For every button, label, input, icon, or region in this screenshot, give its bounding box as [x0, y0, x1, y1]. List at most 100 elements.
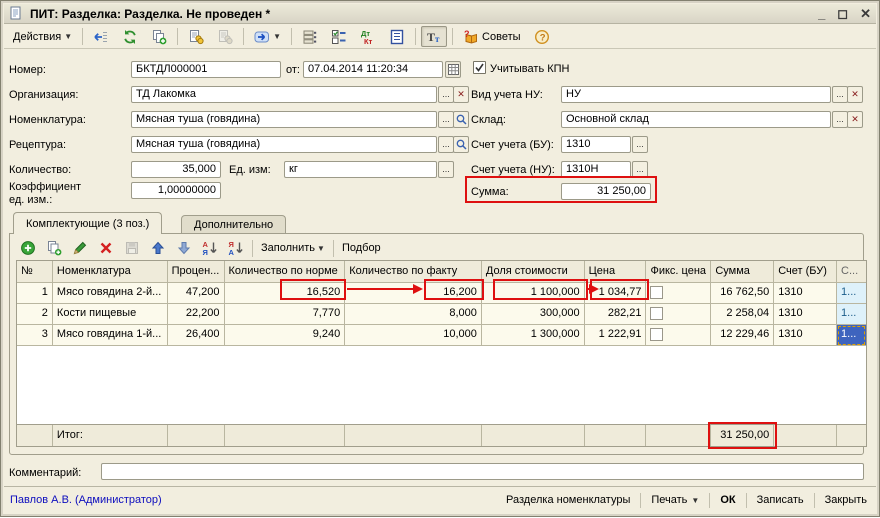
ok-button[interactable]: ОК: [717, 492, 738, 508]
warehouse-clear-button[interactable]: ✕: [847, 111, 863, 128]
cell-extra[interactable]: 1...: [837, 283, 866, 304]
unit-select-button[interactable]: ...: [438, 161, 454, 178]
nomenclature-select-button[interactable]: ...: [438, 111, 454, 128]
sort-asc-button[interactable]: АЯ: [198, 238, 222, 258]
col-header-percent[interactable]: Процен...: [168, 261, 225, 283]
account-bu-select-button[interactable]: ...: [632, 136, 648, 153]
help-button[interactable]: ?: [529, 26, 555, 47]
date-input[interactable]: 07.04.2014 11:20:34: [303, 61, 443, 78]
account-nu-input[interactable]: 1310Н: [561, 161, 631, 178]
actions-menu-button[interactable]: Действия ▼: [8, 26, 77, 47]
list-settings-button[interactable]: [297, 26, 323, 47]
organization-input[interactable]: ТД Лакомка: [131, 86, 437, 103]
cell-share[interactable]: 300,000: [482, 304, 585, 325]
col-header-qty-norm[interactable]: Количество по норме: [225, 261, 346, 283]
cell-num[interactable]: 1: [17, 283, 53, 304]
cell-num[interactable]: 2: [17, 304, 53, 325]
unit-input[interactable]: кг: [284, 161, 437, 178]
table-row[interactable]: 3 Мясо говядина 1-й... 26,400 9,240 10,0…: [17, 325, 866, 346]
tips-button[interactable]: ? Советы: [458, 26, 525, 47]
nu-type-input[interactable]: НУ: [561, 86, 831, 103]
col-header-share[interactable]: Доля стоимости: [482, 261, 585, 283]
col-header-qty-fact[interactable]: Количество по факту: [345, 261, 482, 283]
sum-input[interactable]: 31 250,00: [561, 183, 651, 200]
warehouse-select-button[interactable]: ...: [832, 111, 848, 128]
cell-fixed-price[interactable]: [646, 283, 711, 304]
col-header-price[interactable]: Цена: [585, 261, 647, 283]
cell-price[interactable]: 282,21: [585, 304, 647, 325]
cell-percent[interactable]: 22,200: [168, 304, 225, 325]
cell-sum[interactable]: 2 258,04: [711, 304, 774, 325]
nomenclature-input[interactable]: Мясная туша (говядина): [131, 111, 437, 128]
show-description-button[interactable]: Тт: [421, 26, 447, 47]
dt-kt-postings-button[interactable]: ДтКт: [355, 26, 381, 47]
table-row[interactable]: 1 Мясо говядина 2-й... 47,200 16,520 16,…: [17, 283, 866, 304]
account-nu-select-button[interactable]: ...: [632, 161, 648, 178]
cell-sum[interactable]: 12 229,46: [711, 325, 774, 346]
col-header-fixed-price[interactable]: Фикс. цена: [646, 261, 711, 283]
number-input[interactable]: БКТДЛ000001: [131, 61, 281, 78]
save-button[interactable]: Записать: [754, 492, 807, 508]
fixed-price-checkbox[interactable]: [650, 328, 663, 341]
organization-select-button[interactable]: ...: [438, 86, 454, 103]
cell-fixed-price[interactable]: [646, 325, 711, 346]
document-journal-button[interactable]: [384, 26, 410, 47]
col-header-extra[interactable]: С...: [837, 261, 866, 283]
cell-qty-fact[interactable]: 10,000: [345, 325, 482, 346]
recipe-input[interactable]: Мясная туша (говядина): [131, 136, 437, 153]
close-button[interactable]: ✕: [860, 6, 871, 22]
cell-share[interactable]: 1 100,000: [482, 283, 585, 304]
razdelka-nomenklatury-button[interactable]: Разделка номенклатуры: [503, 492, 633, 508]
fixed-price-checkbox[interactable]: [650, 286, 663, 299]
cell-qty-norm[interactable]: 9,240: [225, 325, 346, 346]
goto-button[interactable]: ▼: [249, 26, 286, 47]
end-edit-button[interactable]: [120, 238, 144, 258]
add-row-button[interactable]: [16, 238, 40, 258]
unpost-document-button[interactable]: [212, 26, 238, 47]
coefficient-input[interactable]: 1,00000000: [131, 182, 221, 199]
cell-share[interactable]: 1 300,000: [482, 325, 585, 346]
cell-qty-fact[interactable]: 8,000: [345, 304, 482, 325]
move-up-button[interactable]: [146, 238, 170, 258]
table-row[interactable]: 2 Кости пищевые 22,200 7,770 8,000 300,0…: [17, 304, 866, 325]
cell-nomenclature[interactable]: Кости пищевые: [53, 304, 168, 325]
tab-components[interactable]: Комплектующие (3 поз.): [13, 212, 162, 234]
sort-desc-button[interactable]: ЯА: [224, 238, 248, 258]
cell-percent[interactable]: 26,400: [168, 325, 225, 346]
cell-price[interactable]: 1 222,91: [585, 325, 647, 346]
copy-row-button[interactable]: [42, 238, 66, 258]
cell-qty-norm[interactable]: 7,770: [225, 304, 346, 325]
col-header-account-bu[interactable]: Счет (БУ): [774, 261, 837, 283]
cell-qty-fact[interactable]: 16,200: [345, 283, 482, 304]
cell-price[interactable]: 1 034,77: [585, 283, 647, 304]
tab-additional[interactable]: Дополнительно: [181, 215, 286, 234]
fill-menu-button[interactable]: Заполнить ▼: [257, 238, 329, 258]
maximize-button[interactable]: ◻: [837, 6, 848, 22]
cell-sum[interactable]: 16 762,50: [711, 283, 774, 304]
cell-nomenclature[interactable]: Мясо говядина 1-й...: [53, 325, 168, 346]
cell-account[interactable]: 1310: [774, 283, 837, 304]
copy-document-button[interactable]: [146, 26, 172, 47]
check-marks-button[interactable]: [326, 26, 352, 47]
cell-qty-norm[interactable]: 16,520: [225, 283, 346, 304]
col-header-num[interactable]: №: [17, 261, 53, 283]
cell-percent[interactable]: 47,200: [168, 283, 225, 304]
fixed-price-checkbox[interactable]: [650, 307, 663, 320]
cell-extra[interactable]: 1...: [837, 304, 866, 325]
cell-account[interactable]: 1310: [774, 325, 837, 346]
move-down-button[interactable]: [172, 238, 196, 258]
cell-num[interactable]: 3: [17, 325, 53, 346]
recipe-open-button[interactable]: [453, 136, 469, 153]
edit-row-button[interactable]: [68, 238, 92, 258]
cell-nomenclature[interactable]: Мясо говядина 2-й...: [53, 283, 168, 304]
nu-type-clear-button[interactable]: ✕: [847, 86, 863, 103]
col-header-nomenclature[interactable]: Номенклатура: [53, 261, 168, 283]
col-header-sum[interactable]: Сумма: [711, 261, 774, 283]
pick-button[interactable]: Подбор: [338, 238, 385, 258]
account-bu-input[interactable]: 1310: [561, 136, 631, 153]
quantity-input[interactable]: 35,000: [131, 161, 221, 178]
close-form-button[interactable]: Закрыть: [822, 492, 870, 508]
calendar-button[interactable]: [445, 61, 461, 78]
minimize-button[interactable]: _: [818, 6, 825, 22]
comment-input[interactable]: [101, 463, 864, 480]
